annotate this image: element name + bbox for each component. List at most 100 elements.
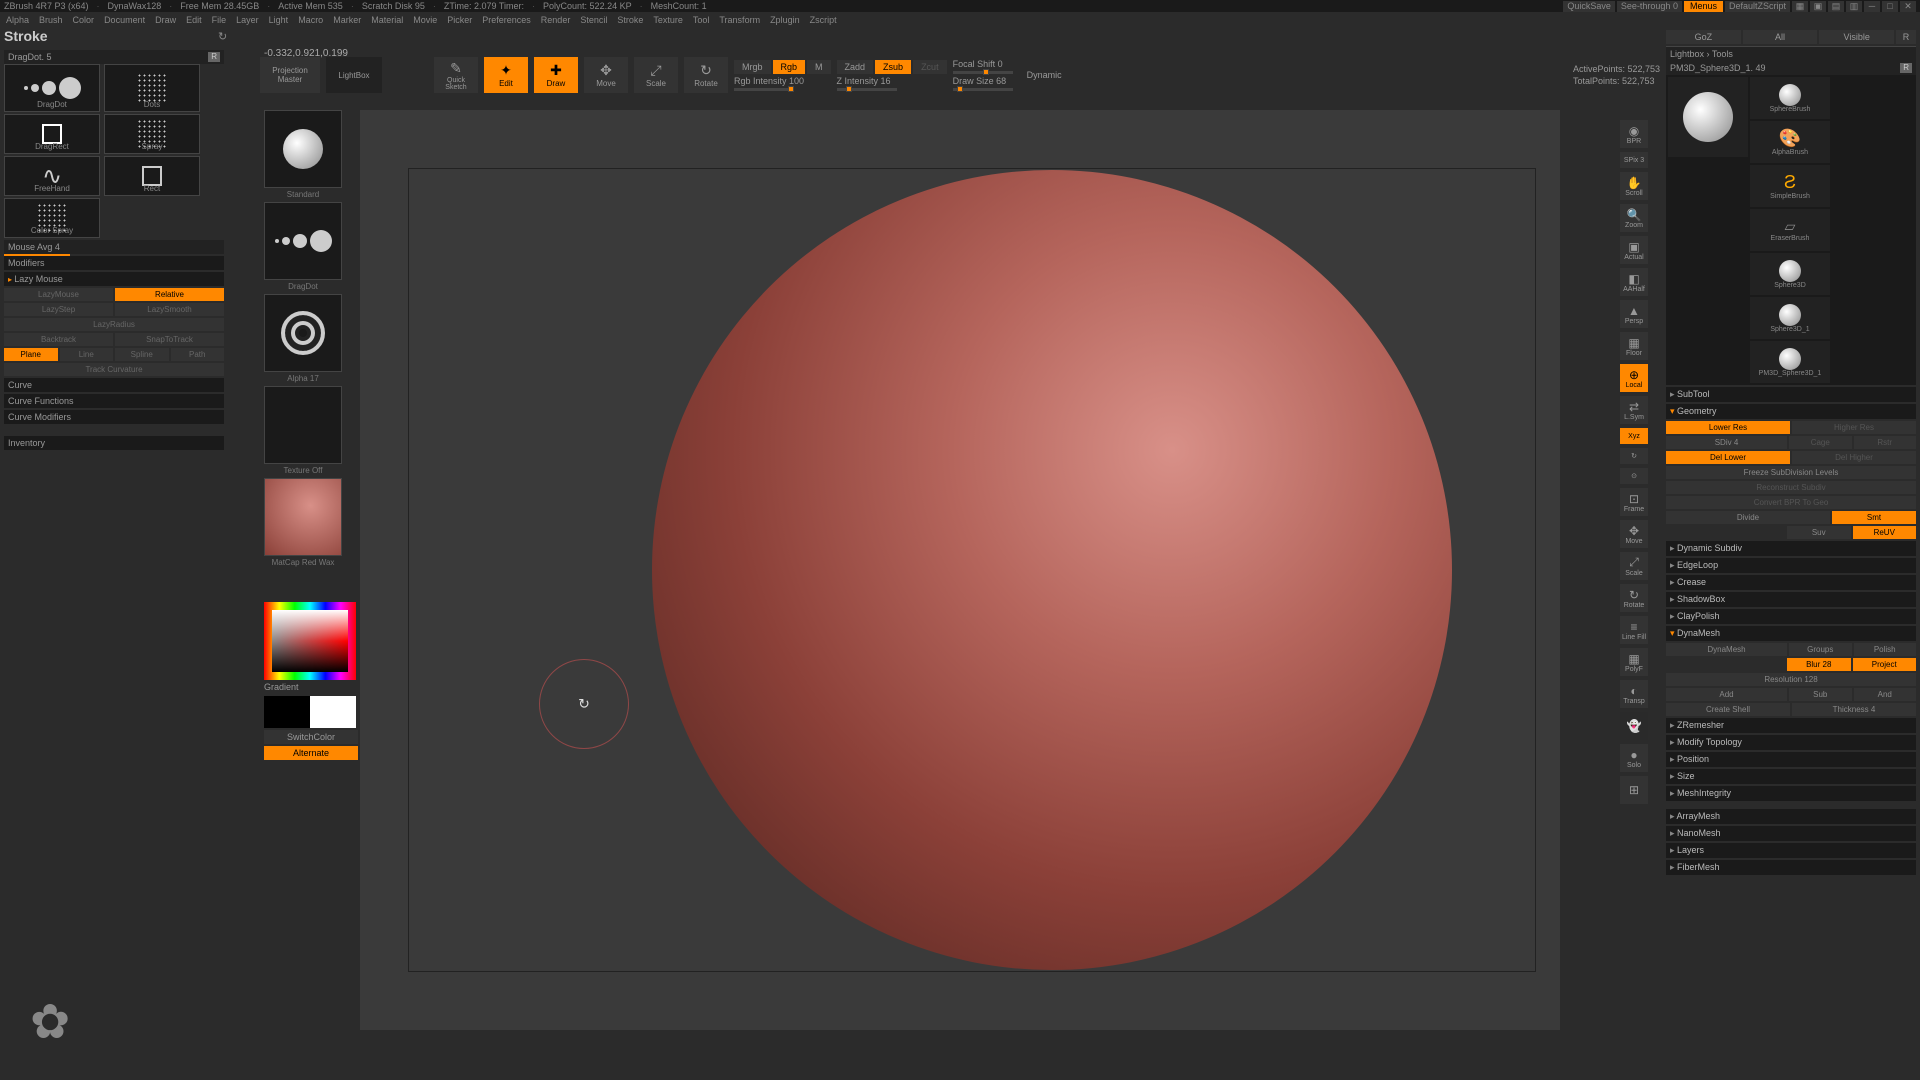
menu-edit[interactable]: Edit	[186, 15, 202, 25]
tool-spherebrush[interactable]: SphereBrush	[1750, 77, 1830, 119]
claypolish-section[interactable]: ClayPolish	[1666, 609, 1916, 624]
draw-button[interactable]: ✚Draw	[534, 57, 578, 93]
mrgb-button[interactable]: Mrgb	[734, 60, 771, 74]
brush-thumb[interactable]: Standard	[264, 110, 342, 188]
floor-button[interactable]: ▦Floor	[1620, 332, 1648, 360]
modifiers-section[interactable]: Modifiers	[4, 256, 224, 270]
aahalf-button[interactable]: ◧AAHalf	[1620, 268, 1648, 296]
r-toggle[interactable]: R	[208, 52, 220, 62]
menu-tool[interactable]: Tool	[693, 15, 710, 25]
gradient-toggle[interactable]: Gradient	[264, 682, 358, 692]
rotate-button[interactable]: ↻Rotate	[684, 57, 728, 93]
center-button[interactable]: ⊙	[1620, 468, 1648, 484]
stroke-dragrect-select[interactable]: DragRect	[4, 114, 100, 154]
lightbox-button[interactable]: LightBox	[326, 57, 382, 93]
goz-tab[interactable]: GoZ	[1666, 30, 1741, 44]
solo-button[interactable]: ●Solo	[1620, 744, 1648, 772]
stroke-freehand[interactable]: ∿FreeHand	[4, 156, 100, 196]
layout2-icon[interactable]: ▣	[1810, 1, 1826, 12]
lower-res-button[interactable]: Lower Res	[1666, 421, 1790, 434]
z-intensity-slider[interactable]: Z Intensity 16	[837, 76, 947, 91]
curvefunc-section[interactable]: Curve Functions	[4, 394, 224, 408]
menu-color[interactable]: Color	[73, 15, 95, 25]
visible-tab[interactable]: Visible	[1819, 30, 1894, 44]
m-button[interactable]: M	[807, 60, 831, 74]
xpose-button[interactable]: ⊞	[1620, 776, 1648, 804]
stroke-spray[interactable]: Spray	[104, 114, 200, 154]
layout1-icon[interactable]: ▦	[1792, 1, 1808, 12]
viewport[interactable]	[408, 168, 1536, 972]
backtrack-toggle[interactable]: Backtrack	[4, 333, 113, 346]
menu-light[interactable]: Light	[269, 15, 289, 25]
menu-layer[interactable]: Layer	[236, 15, 259, 25]
menu-brush[interactable]: Brush	[39, 15, 63, 25]
zadd-button[interactable]: Zadd	[837, 60, 874, 74]
maximize-icon[interactable]: □	[1882, 1, 1898, 12]
persp-button[interactable]: ▲Persp	[1620, 300, 1648, 328]
groups-button[interactable]: Groups	[1789, 643, 1852, 656]
material-thumb[interactable]: MatCap Red Wax	[264, 478, 342, 556]
stroke-dragdot[interactable]: DragDot	[4, 64, 100, 112]
rgb-button[interactable]: Rgb	[773, 60, 806, 74]
canvas[interactable]	[360, 110, 1560, 1030]
menu-macro[interactable]: Macro	[298, 15, 323, 25]
vp-rotate-button[interactable]: ↻Rotate	[1620, 584, 1648, 612]
geometry-section[interactable]: Geometry	[1666, 404, 1916, 419]
track-path[interactable]: Path	[171, 348, 225, 361]
close-icon[interactable]: ✕	[1900, 1, 1916, 12]
menu-texture[interactable]: Texture	[653, 15, 683, 25]
menu-transform[interactable]: Transform	[719, 15, 760, 25]
spix-slider[interactable]: SPix 3	[1620, 152, 1648, 168]
modifytopo-section[interactable]: Modify Topology	[1666, 735, 1916, 750]
vp-scale-button[interactable]: ⤢Scale	[1620, 552, 1648, 580]
stroke-dots[interactable]: Dots	[104, 64, 200, 112]
and-button[interactable]: And	[1854, 688, 1917, 701]
crease-section[interactable]: Crease	[1666, 575, 1916, 590]
layout4-icon[interactable]: ▥	[1846, 1, 1862, 12]
vp-move-button[interactable]: ✥Move	[1620, 520, 1648, 548]
projection-master-button[interactable]: Projection Master	[260, 57, 320, 93]
menu-render[interactable]: Render	[541, 15, 571, 25]
stroke-rect[interactable]: Rect	[104, 156, 200, 196]
primary-color-swatch[interactable]	[310, 696, 356, 728]
convert-bpr-button[interactable]: Convert BPR To Geo	[1666, 496, 1916, 509]
blur-slider[interactable]: Blur 28	[1787, 658, 1851, 671]
menus-button[interactable]: Menus	[1684, 1, 1723, 12]
dynamesh-button[interactable]: DynaMesh	[1666, 643, 1787, 656]
rgb-intensity-slider[interactable]: Rgb Intensity 100	[734, 76, 831, 91]
lazystep-slider[interactable]: LazyStep	[4, 303, 113, 316]
menu-zscript[interactable]: Zscript	[810, 15, 837, 25]
subtool-section[interactable]: SubTool	[1666, 387, 1916, 402]
suv-button[interactable]: Suv	[1787, 526, 1851, 539]
snaptotrack-toggle[interactable]: SnapToTrack	[115, 333, 224, 346]
freeze-subdiv-button[interactable]: Freeze SubDivision Levels	[1666, 466, 1916, 479]
move-button[interactable]: ✥Move	[584, 57, 628, 93]
del-lower-button[interactable]: Del Lower	[1666, 451, 1790, 464]
refresh-icon[interactable]: ↻	[218, 30, 227, 43]
menu-picker[interactable]: Picker	[447, 15, 472, 25]
lightbox-tools-header[interactable]: Lightbox › Tools	[1666, 46, 1916, 61]
sub-button[interactable]: Sub	[1789, 688, 1852, 701]
ghost-button[interactable]: 👻	[1620, 712, 1648, 740]
secondary-color-swatch[interactable]	[264, 696, 310, 728]
sdiv-slider[interactable]: SDiv 4	[1666, 436, 1787, 449]
frame-button[interactable]: ⊡Frame	[1620, 488, 1648, 516]
curve-section[interactable]: Curve	[4, 378, 224, 392]
zsub-button[interactable]: Zsub	[875, 60, 911, 74]
zremesher-section[interactable]: ZRemesher	[1666, 718, 1916, 733]
dynamesh-section[interactable]: DynaMesh	[1666, 626, 1916, 641]
inventory-section[interactable]: Inventory	[4, 436, 224, 450]
all-tab[interactable]: All	[1743, 30, 1818, 44]
reuv-button[interactable]: ReUV	[1853, 526, 1917, 539]
track-spline[interactable]: Spline	[115, 348, 169, 361]
menu-document[interactable]: Document	[104, 15, 145, 25]
menu-movie[interactable]: Movie	[413, 15, 437, 25]
polish-button[interactable]: Polish	[1854, 643, 1917, 656]
local-button[interactable]: ⊕Local	[1620, 364, 1648, 392]
lazymouse-section[interactable]: Lazy Mouse	[4, 272, 224, 286]
alpha-thumb[interactable]: Alpha 17	[264, 294, 342, 372]
tool-sphere3d[interactable]: Sphere3D	[1750, 253, 1830, 295]
current-tool-thumb[interactable]	[1668, 77, 1748, 157]
size-section[interactable]: Size	[1666, 769, 1916, 784]
stroke-colorspray[interactable]: Color Spray	[4, 198, 100, 238]
